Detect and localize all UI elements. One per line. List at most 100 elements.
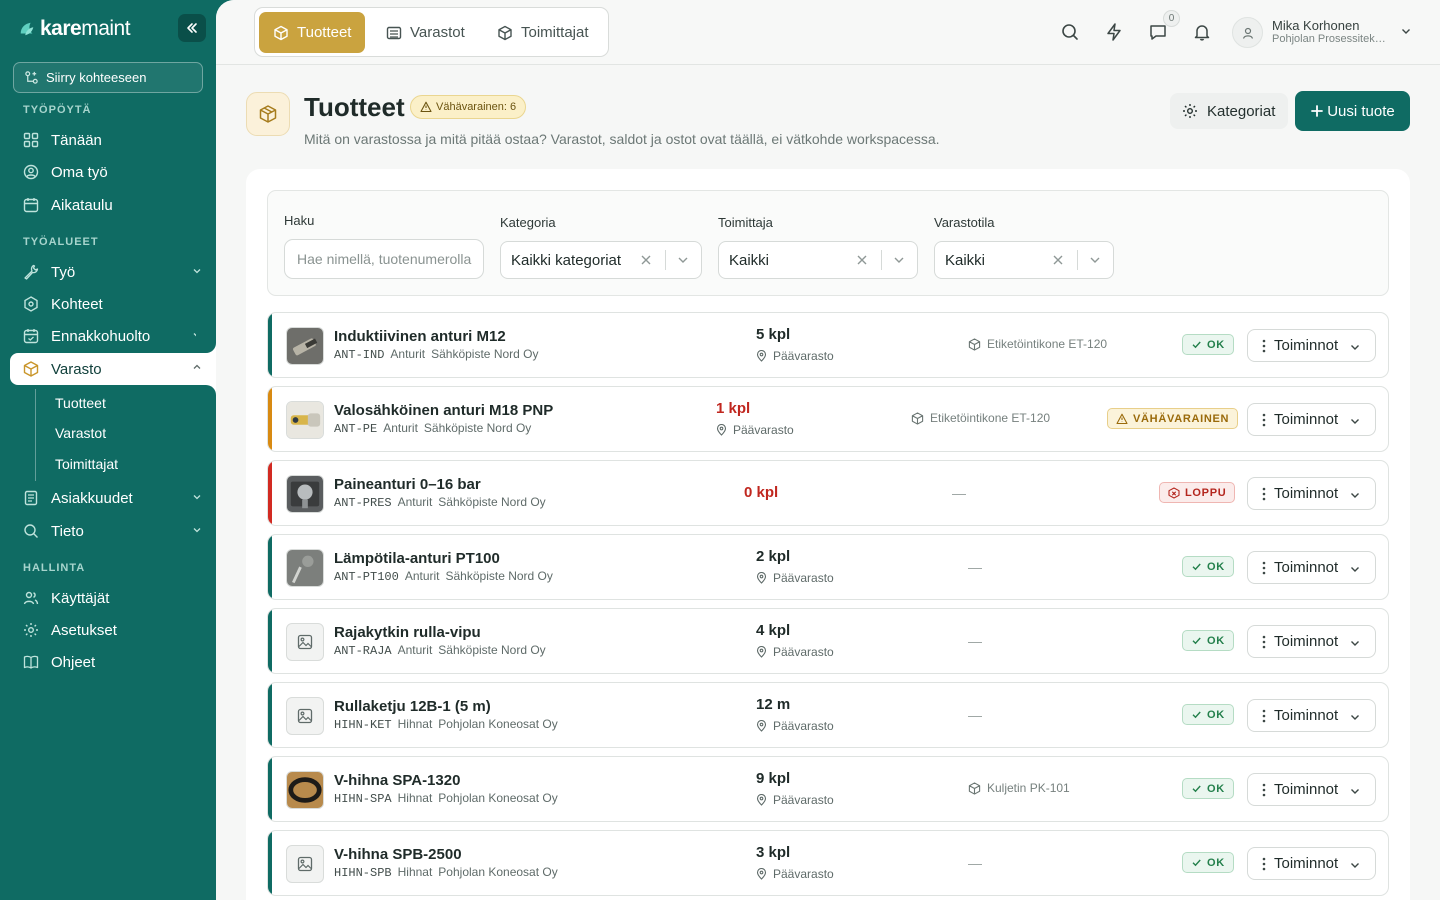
tab-warehouses[interactable]: Varastot xyxy=(386,12,465,53)
chevron-down-icon xyxy=(1351,493,1359,498)
sidebar-item-mywork[interactable]: Oma työ xyxy=(10,157,216,187)
sidebar-item-sites[interactable]: Kohteet xyxy=(10,289,216,319)
linked-equipment-empty: — xyxy=(968,633,982,649)
product-name[interactable]: Valosähköinen anturi M18 PNP xyxy=(334,402,553,419)
new-product-button[interactable]: Uusi tuote xyxy=(1295,91,1410,131)
message-icon[interactable] xyxy=(1148,22,1168,42)
product-name[interactable]: Rullaketju 12B-1 (5 m) xyxy=(334,698,491,715)
user-name[interactable]: Mika Korhonen xyxy=(1272,18,1359,33)
clear-icon[interactable] xyxy=(855,253,869,267)
sidebar-item-settings[interactable]: Asetukset xyxy=(10,615,216,645)
sidebar-subitem-products[interactable]: Tuotteet xyxy=(55,395,106,411)
table-row[interactable]: Paineanturi 0–16 bar ANT-PRES Anturit Sähkö… xyxy=(267,460,1389,526)
sidebar-item-stock[interactable]: Varasto xyxy=(10,353,216,385)
sidebar-item-work[interactable]: Työ xyxy=(10,257,216,287)
actions-menu-button[interactable]: Toiminnot xyxy=(1247,403,1376,436)
product-thumbnail[interactable] xyxy=(286,623,324,661)
more-vertical-icon xyxy=(1262,635,1266,648)
chevron-down-icon[interactable] xyxy=(676,253,690,267)
product-name[interactable]: Paineanturi 0–16 bar xyxy=(334,476,481,493)
product-thumbnail[interactable] xyxy=(286,549,324,587)
product-name[interactable]: V-hihna SPB-2500 xyxy=(334,846,462,863)
package-icon xyxy=(23,361,39,377)
section-label-areas: TYÖALUEET xyxy=(23,236,99,248)
linked-equipment-label: Etiketöintikone ET-120 xyxy=(987,337,1108,351)
sidebar-item-preventive[interactable]: Ennakkohuolto xyxy=(10,321,216,351)
sidebar-subitem-suppliers[interactable]: Toimittajat xyxy=(55,456,118,472)
lightning-icon[interactable] xyxy=(1104,22,1124,42)
sidebar-item-users[interactable]: Käyttäjät xyxy=(10,583,216,613)
sidebar-item-schedule[interactable]: Aikataulu xyxy=(10,190,216,220)
product-thumbnail[interactable] xyxy=(286,475,324,513)
table-row[interactable]: Rajakytkin rulla-vipu ANT-RAJA Anturit Sähk… xyxy=(267,608,1389,674)
sidebar-item-customers[interactable]: Asiakkuudet xyxy=(10,483,216,513)
user-icon xyxy=(1242,27,1253,39)
check-icon xyxy=(1192,711,1201,719)
avatar[interactable] xyxy=(1232,17,1263,48)
category-select[interactable]: Kaikki kategoriat xyxy=(500,241,702,279)
goto-site-button[interactable]: Siirry kohteeseen xyxy=(13,62,203,93)
tab-suppliers[interactable]: Toimittajat xyxy=(497,12,589,53)
low-stock-badge[interactable]: Vähävarainen: 6 xyxy=(410,95,527,119)
table-row[interactable]: Induktiivinen anturi M12 ANT-IND Anturit Sä… xyxy=(267,312,1389,378)
sidebar-label-preventive: Ennakkohuolto xyxy=(51,327,151,345)
actions-menu-button[interactable]: Toiminnot xyxy=(1247,847,1376,880)
linked-equipment[interactable]: Etiketöintikone ET-120 xyxy=(911,411,1050,425)
product-name[interactable]: Lämpötila-anturi PT100 xyxy=(334,550,500,567)
linked-equipment[interactable]: Etiketöintikone ET-120 xyxy=(968,337,1107,351)
tab-products[interactable]: Tuotteet xyxy=(259,12,366,53)
product-thumbnail[interactable] xyxy=(286,401,324,439)
table-row[interactable]: Valosähköinen anturi M18 PNP ANT-PE Anturi… xyxy=(267,386,1389,452)
sidebar-item-help[interactable]: Ohjeet xyxy=(10,647,216,677)
actions-menu-button[interactable]: Toiminnot xyxy=(1247,625,1376,658)
calendar-check-icon xyxy=(23,329,39,344)
submenu-line xyxy=(35,389,36,481)
product-name[interactable]: Rajakytkin rulla-vipu xyxy=(334,624,481,641)
stock-status-select[interactable]: Kaikki xyxy=(934,241,1114,279)
linked-equipment[interactable]: Kuljetin PK-101 xyxy=(968,781,1070,795)
product-thumbnail[interactable] xyxy=(286,771,324,809)
check-icon xyxy=(1192,637,1201,645)
product-name[interactable]: Induktiivinen anturi M12 xyxy=(334,328,506,345)
product-thumbnail[interactable] xyxy=(286,697,324,735)
sidebar-item-today[interactable]: Tänään xyxy=(10,125,216,155)
bell-icon[interactable] xyxy=(1192,22,1212,42)
actions-menu-button[interactable]: Toiminnot xyxy=(1247,551,1376,584)
actions-menu-button[interactable]: Toiminnot xyxy=(1247,329,1376,362)
product-thumbnail[interactable] xyxy=(286,845,324,883)
chevron-down-icon[interactable] xyxy=(1400,25,1412,37)
table-row[interactable]: V-hihna SPA-1320 HIHN-SPA Hihnat Pohjolan K… xyxy=(267,756,1389,822)
chevron-down-icon[interactable] xyxy=(1088,253,1102,267)
package-icon xyxy=(968,337,981,351)
supplier-select[interactable]: Kaikki xyxy=(718,241,918,279)
sidebar-item-info[interactable]: Tieto xyxy=(10,516,216,546)
stock-quantity: 9 kpl xyxy=(756,770,791,787)
select-separator xyxy=(1077,250,1078,270)
collapse-sidebar-button[interactable] xyxy=(178,14,206,42)
table-row[interactable]: V-hihna SPB-2500 HIHN-SPB Hihnat Pohjolan K… xyxy=(267,830,1389,896)
status-accent-bar xyxy=(268,757,272,821)
actions-menu-button[interactable]: Toiminnot xyxy=(1247,699,1376,732)
brand-logo[interactable]: karemaint xyxy=(0,0,216,58)
product-meta: ANT-IND Anturit Sähköpiste Nord Oy xyxy=(334,347,539,362)
table-row[interactable]: Rullaketju 12B-1 (5 m) HIHN-KET Hihnat Pohj… xyxy=(267,682,1389,748)
active-tab-corner xyxy=(196,333,216,353)
actions-menu-button[interactable]: Toiminnot xyxy=(1247,477,1376,510)
product-name[interactable]: V-hihna SPA-1320 xyxy=(334,772,460,789)
product-category: Anturit xyxy=(397,495,433,509)
chevron-down-icon[interactable] xyxy=(892,253,906,267)
product-meta: HIHN-SPB Hihnat Pohjolan Koneosat Oy xyxy=(334,865,558,880)
sidebar-subitem-warehouses[interactable]: Varastot xyxy=(55,425,106,441)
clear-icon[interactable] xyxy=(639,253,653,267)
clear-icon[interactable] xyxy=(1051,253,1065,267)
search-input[interactable] xyxy=(284,239,484,279)
actions-menu-button[interactable]: Toiminnot xyxy=(1247,773,1376,806)
categories-button[interactable]: Kategoriat xyxy=(1170,93,1288,129)
table-row[interactable]: Lämpötila-anturi PT100 ANT-PT100 Anturit Sä… xyxy=(267,534,1389,600)
gear-icon xyxy=(1183,104,1197,118)
product-thumbnail[interactable] xyxy=(286,327,324,365)
search-icon[interactable] xyxy=(1060,22,1080,42)
status-badge-label: OK xyxy=(1207,856,1225,869)
product-image xyxy=(287,772,323,808)
product-meta: ANT-PRES Anturit Sähköpiste Nord Oy xyxy=(334,495,546,510)
